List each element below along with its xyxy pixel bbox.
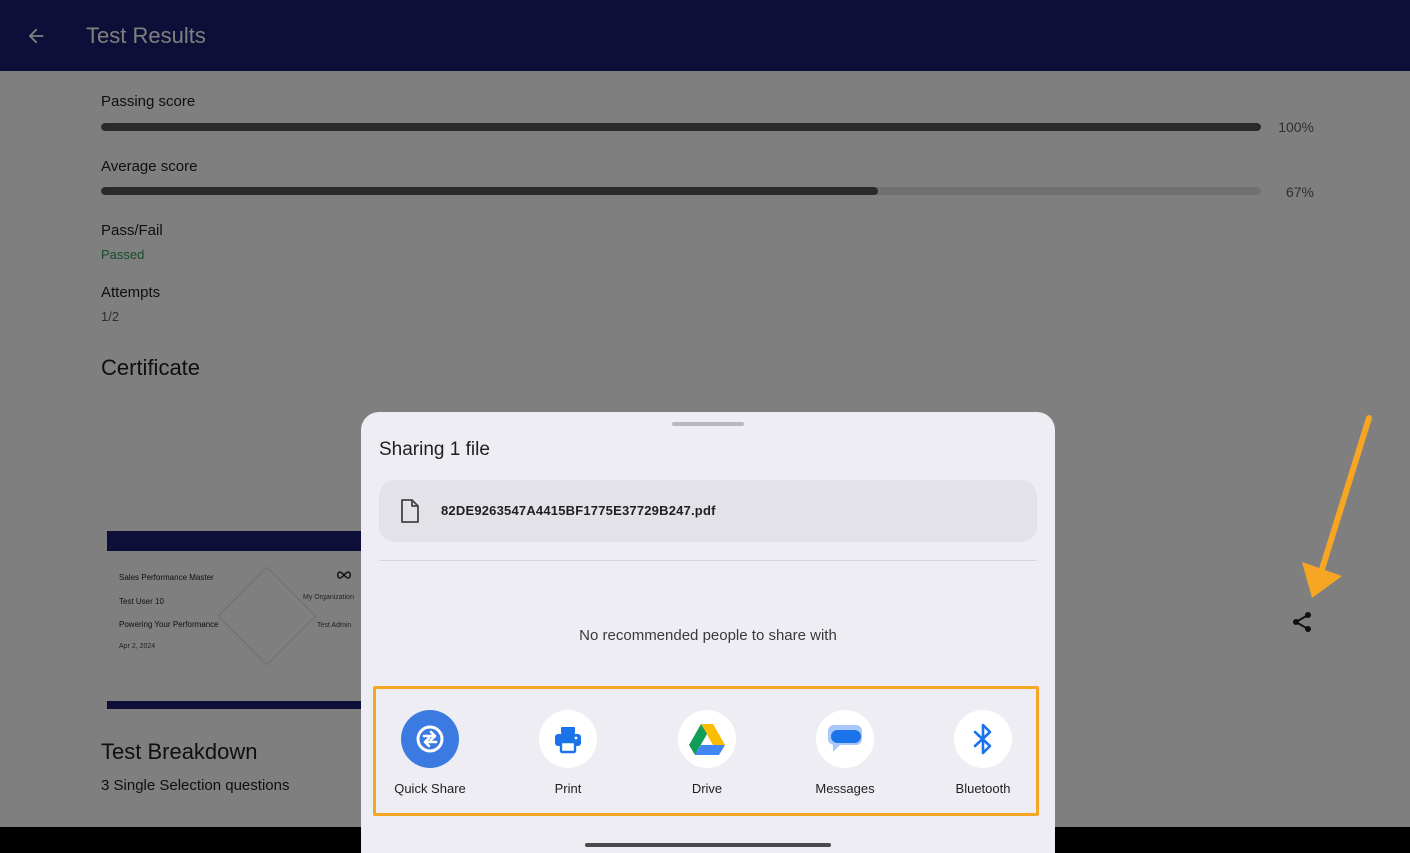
share-sheet: Sharing 1 file 82DE9263547A4415BF1775E37… [361, 412, 1055, 853]
share-target-label: Bluetooth [955, 781, 1011, 796]
sheet-drag-handle[interactable] [672, 422, 744, 426]
drive-icon [689, 724, 725, 755]
share-target-label: Messages [815, 781, 875, 796]
share-target-quick-share[interactable]: Quick Share [370, 710, 490, 802]
shared-file-card: 82DE9263547A4415BF1775E37729B247.pdf [379, 480, 1037, 542]
bluetooth-icon-circle [954, 710, 1012, 768]
document-icon [401, 499, 419, 523]
gesture-home-indicator [585, 843, 831, 847]
shared-file-name: 82DE9263547A4415BF1775E37729B247.pdf [441, 503, 716, 518]
share-target-bluetooth[interactable]: Bluetooth [923, 710, 1043, 802]
share-target-drive[interactable]: Drive [647, 710, 767, 802]
share-target-messages[interactable]: Messages [785, 710, 905, 802]
quick-share-icon-circle [401, 710, 459, 768]
sheet-divider [379, 560, 1037, 561]
messages-icon [827, 725, 862, 752]
messages-icon-circle [816, 710, 874, 768]
annotation-arrow-icon [1302, 415, 1372, 598]
share-target-label: Quick Share [394, 781, 466, 796]
share-target-label: Drive [691, 781, 723, 796]
quick-share-icon [416, 725, 444, 753]
no-recommended-people-text: No recommended people to share with [579, 627, 837, 644]
share-sheet-title: Sharing 1 file [379, 439, 490, 460]
print-icon-circle [539, 710, 597, 768]
bluetooth-icon [973, 723, 992, 755]
drive-icon-circle [678, 710, 736, 768]
print-icon [555, 727, 581, 754]
share-target-label: Print [554, 781, 582, 796]
share-target-print[interactable]: Print [508, 710, 628, 802]
